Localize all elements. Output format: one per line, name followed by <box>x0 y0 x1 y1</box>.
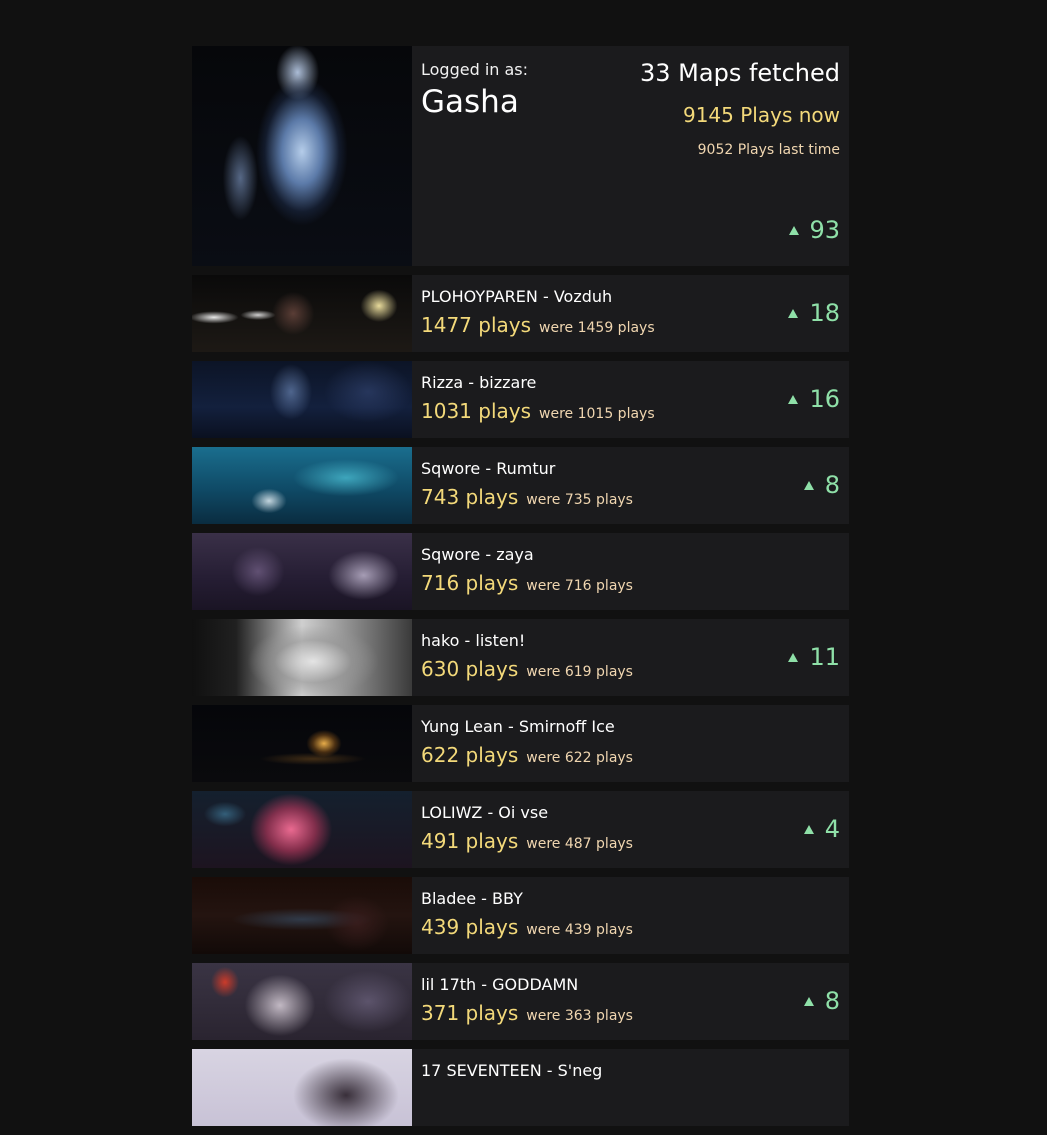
plays-line: 439 plays were 439 plays <box>421 915 633 939</box>
plays-count: 622 plays <box>421 743 519 767</box>
plays-delta: 4 <box>803 815 840 843</box>
previous-plays: were 622 plays <box>526 750 633 766</box>
main-list: Logged in as: Gasha 33 Maps fetched 9145… <box>192 46 849 1135</box>
plays-line: 491 plays were 487 plays <box>421 829 633 853</box>
map-thumbnail <box>192 963 412 1040</box>
username: Gasha <box>421 84 519 120</box>
map-title: PLOHOYPAREN - Vozduh <box>421 287 613 306</box>
delta-value: 8 <box>824 471 840 499</box>
plays-line: 630 plays were 619 plays <box>421 657 633 681</box>
previous-plays: were 735 plays <box>526 492 633 508</box>
plays-line: 1477 plays were 1459 plays <box>421 313 655 337</box>
map-thumbnail <box>192 361 412 438</box>
map-title: lil 17th - GODDAMN <box>421 975 579 994</box>
map-title: Sqwore - Rumtur <box>421 459 556 478</box>
plays-line: 1031 plays were 1015 plays <box>421 399 655 423</box>
previous-plays: were 1459 plays <box>539 320 655 336</box>
map-thumbnail <box>192 275 412 352</box>
triangle-up-icon <box>803 480 814 490</box>
previous-plays: were 716 plays <box>526 578 633 594</box>
plays-now-count: 9145 Plays now <box>682 103 840 127</box>
map-thumbnail <box>192 877 412 954</box>
plays-count: 371 plays <box>421 1001 519 1025</box>
plays-line: 716 plays were 716 plays <box>421 571 633 595</box>
triangle-up-icon <box>803 824 814 834</box>
map-list: PLOHOYPAREN - Vozduh 1477 plays were 1459 … <box>192 275 849 1126</box>
map-row: Yung Lean - Smirnoff Ice 622 plays were 62… <box>192 705 849 782</box>
plays-line: 622 plays were 622 plays <box>421 743 633 767</box>
plays-delta: 16 <box>788 385 840 413</box>
previous-plays: were 619 plays <box>526 664 633 680</box>
triangle-up-icon <box>788 308 799 318</box>
map-info: Rizza - bizzare 1031 plays were 1015 plays… <box>412 361 849 438</box>
map-info: 17 SEVENTEEN - S'neg <box>412 1049 849 1126</box>
plays-count: 1477 plays <box>421 313 532 337</box>
plays-count: 716 plays <box>421 571 519 595</box>
map-info: Sqwore - zaya 716 plays were 716 plays <box>412 533 849 610</box>
map-info: Yung Lean - Smirnoff Ice 622 plays were 62… <box>412 705 849 782</box>
plays-delta: 8 <box>803 987 840 1015</box>
plays-delta: 11 <box>788 643 840 671</box>
map-row: lil 17th - GODDAMN 371 plays were 363 play… <box>192 963 849 1040</box>
previous-plays: were 487 plays <box>526 836 633 852</box>
total-plays-delta: 93 <box>789 216 840 244</box>
map-info: hako - listen! 630 plays were 619 plays 11 <box>412 619 849 696</box>
plays-last-time-count: 9052 Plays last time <box>697 142 840 158</box>
plays-count: 1031 plays <box>421 399 532 423</box>
previous-plays: were 1015 plays <box>539 406 655 422</box>
plays-line: 743 plays were 735 plays <box>421 485 633 509</box>
logged-in-label: Logged in as: <box>421 60 529 79</box>
delta-value: 8 <box>824 987 840 1015</box>
delta-value: 11 <box>809 643 840 671</box>
map-title: Yung Lean - Smirnoff Ice <box>421 717 615 736</box>
map-info: LOLIWZ - Oi vse 491 plays were 487 plays 4 <box>412 791 849 868</box>
plays-count: 630 plays <box>421 657 519 681</box>
map-row: 17 SEVENTEEN - S'neg <box>192 1049 849 1126</box>
triangle-up-icon <box>788 394 799 404</box>
map-row: Sqwore - zaya 716 plays were 716 plays <box>192 533 849 610</box>
user-info: Logged in as: Gasha 33 Maps fetched 9145… <box>412 46 849 266</box>
map-title: hako - listen! <box>421 631 526 650</box>
triangle-up-icon <box>789 225 800 235</box>
map-title: Bladee - BBY <box>421 889 523 908</box>
map-thumbnail <box>192 619 412 696</box>
map-info: Bladee - BBY 439 plays were 439 plays <box>412 877 849 954</box>
map-thumbnail <box>192 447 412 524</box>
total-delta-value: 93 <box>809 216 840 244</box>
delta-value: 16 <box>809 385 840 413</box>
map-info: lil 17th - GODDAMN 371 plays were 363 play… <box>412 963 849 1040</box>
triangle-up-icon <box>803 996 814 1006</box>
map-info: PLOHOYPAREN - Vozduh 1477 plays were 1459 … <box>412 275 849 352</box>
plays-count: 439 plays <box>421 915 519 939</box>
map-row: LOLIWZ - Oi vse 491 plays were 487 plays 4 <box>192 791 849 868</box>
map-thumbnail <box>192 705 412 782</box>
plays-count: 491 plays <box>421 829 519 853</box>
map-row: Bladee - BBY 439 plays were 439 plays <box>192 877 849 954</box>
map-title: LOLIWZ - Oi vse <box>421 803 549 822</box>
map-row: hako - listen! 630 plays were 619 plays 11 <box>192 619 849 696</box>
map-title: 17 SEVENTEEN - S'neg <box>421 1061 603 1080</box>
map-title: Rizza - bizzare <box>421 373 537 392</box>
user-avatar <box>192 46 412 266</box>
delta-value: 18 <box>809 299 840 327</box>
plays-count: 743 plays <box>421 485 519 509</box>
plays-delta: 8 <box>803 471 840 499</box>
map-info: Sqwore - Rumtur 743 plays were 735 plays 8 <box>412 447 849 524</box>
map-thumbnail <box>192 533 412 610</box>
map-title: Sqwore - zaya <box>421 545 534 564</box>
map-row: Rizza - bizzare 1031 plays were 1015 plays… <box>192 361 849 438</box>
map-thumbnail <box>192 791 412 868</box>
previous-plays: were 363 plays <box>526 1008 633 1024</box>
plays-delta: 18 <box>788 299 840 327</box>
plays-line: 371 plays were 363 plays <box>421 1001 633 1025</box>
delta-value: 4 <box>824 815 840 843</box>
map-row: Sqwore - Rumtur 743 plays were 735 plays 8 <box>192 447 849 524</box>
user-summary-card: Logged in as: Gasha 33 Maps fetched 9145… <box>192 46 849 266</box>
triangle-up-icon <box>788 652 799 662</box>
previous-plays: were 439 plays <box>526 922 633 938</box>
maps-fetched-count: 33 Maps fetched <box>640 59 840 87</box>
map-row: PLOHOYPAREN - Vozduh 1477 plays were 1459 … <box>192 275 849 352</box>
map-thumbnail <box>192 1049 412 1126</box>
